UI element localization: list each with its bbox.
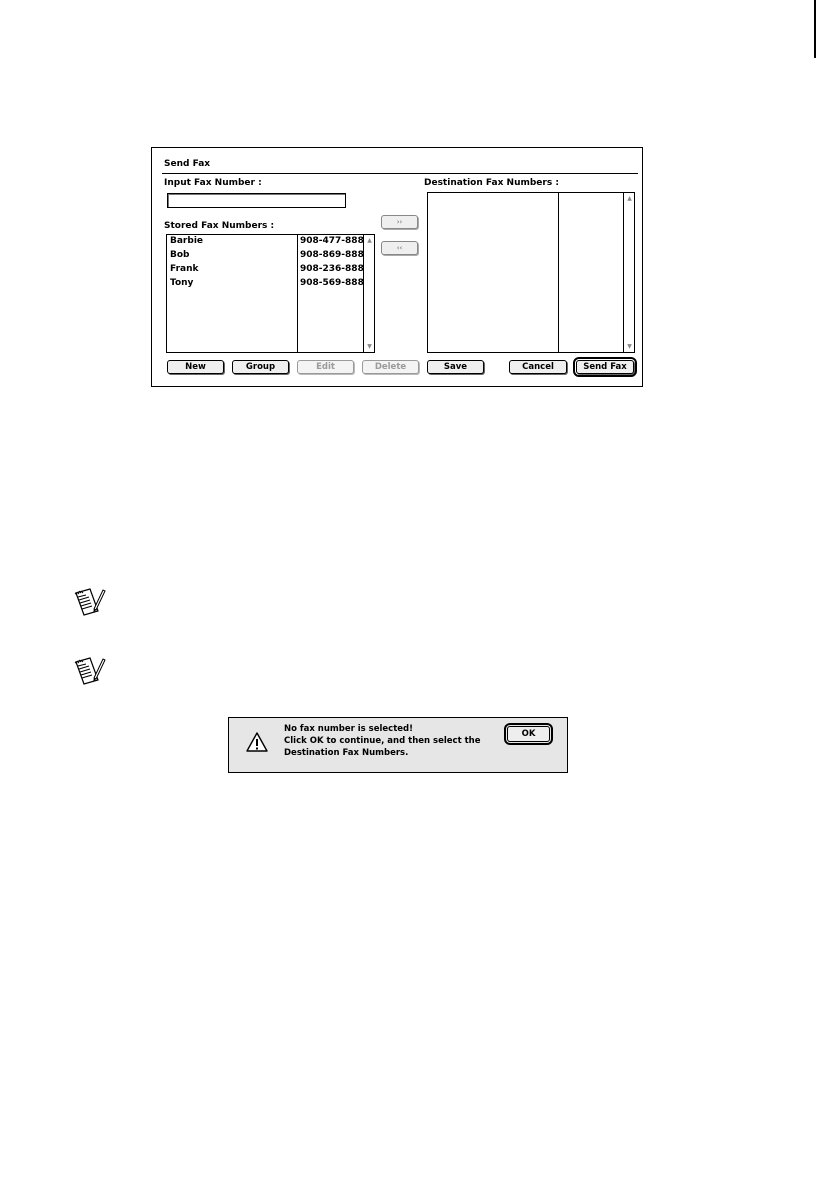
group-button[interactable]: Group — [232, 360, 289, 374]
delete-button[interactable]: Delete — [362, 360, 419, 374]
destination-list-scrollbar[interactable]: ▲ ▼ — [623, 193, 634, 352]
destination-fax-list[interactable]: ▲ ▼ — [427, 192, 635, 353]
scroll-down-icon[interactable]: ▼ — [365, 342, 374, 351]
send-fax-dialog: Send Fax Input Fax Number : Stored Fax N… — [151, 147, 643, 387]
new-button[interactable]: New — [167, 360, 224, 374]
column-divider — [558, 193, 559, 352]
send-fax-button[interactable]: Send Fax — [573, 357, 637, 377]
add-to-destination-button[interactable]: ›› — [381, 215, 418, 229]
stored-name[interactable]: Barbie — [170, 236, 203, 246]
stored-fax-list[interactable]: Barbie 908-477-8888 Bob 908-869-8888 Fra… — [166, 234, 375, 353]
cancel-button[interactable]: Cancel — [509, 360, 567, 374]
note-icon — [74, 588, 106, 616]
stored-name[interactable]: Frank — [170, 264, 198, 274]
note-icon — [74, 657, 106, 685]
page-edge-rule — [814, 0, 816, 58]
stored-number[interactable]: 908-869-8888 — [300, 250, 370, 260]
title-divider — [162, 173, 638, 174]
scroll-up-icon[interactable]: ▲ — [365, 236, 374, 245]
scroll-up-icon[interactable]: ▲ — [625, 194, 634, 203]
stored-number[interactable]: 908-236-8888 — [300, 264, 370, 274]
stored-name[interactable]: Tony — [170, 278, 193, 288]
scroll-down-icon[interactable]: ▼ — [625, 342, 634, 351]
column-divider — [297, 235, 298, 352]
stored-list-scrollbar[interactable]: ▲ ▼ — [363, 235, 374, 352]
alert-message-line3: Destination Fax Numbers. — [284, 748, 409, 758]
remove-from-destination-button[interactable]: ‹‹ — [381, 241, 418, 255]
dialog-title: Send Fax — [164, 159, 211, 169]
ok-button[interactable]: OK — [504, 723, 553, 745]
stored-fax-label: Stored Fax Numbers : — [164, 221, 275, 231]
input-fax-label: Input Fax Number : — [164, 178, 262, 188]
stored-name[interactable]: Bob — [170, 250, 190, 260]
destination-fax-label: Destination Fax Numbers : — [424, 178, 559, 188]
alert-dialog: No fax number is selected! Click OK to c… — [228, 717, 568, 773]
save-button[interactable]: Save — [427, 360, 484, 374]
alert-message-line1: No fax number is selected! — [284, 724, 414, 734]
edit-button[interactable]: Edit — [297, 360, 354, 374]
alert-message: No fax number is selected! Click OK to c… — [284, 723, 480, 759]
stored-number[interactable]: 908-569-8888 — [300, 278, 370, 288]
warning-icon — [246, 732, 268, 752]
alert-message-line2: Click OK to continue, and then select th… — [284, 736, 481, 746]
stored-number[interactable]: 908-477-8888 — [300, 236, 370, 246]
input-fax-field[interactable] — [167, 193, 346, 208]
